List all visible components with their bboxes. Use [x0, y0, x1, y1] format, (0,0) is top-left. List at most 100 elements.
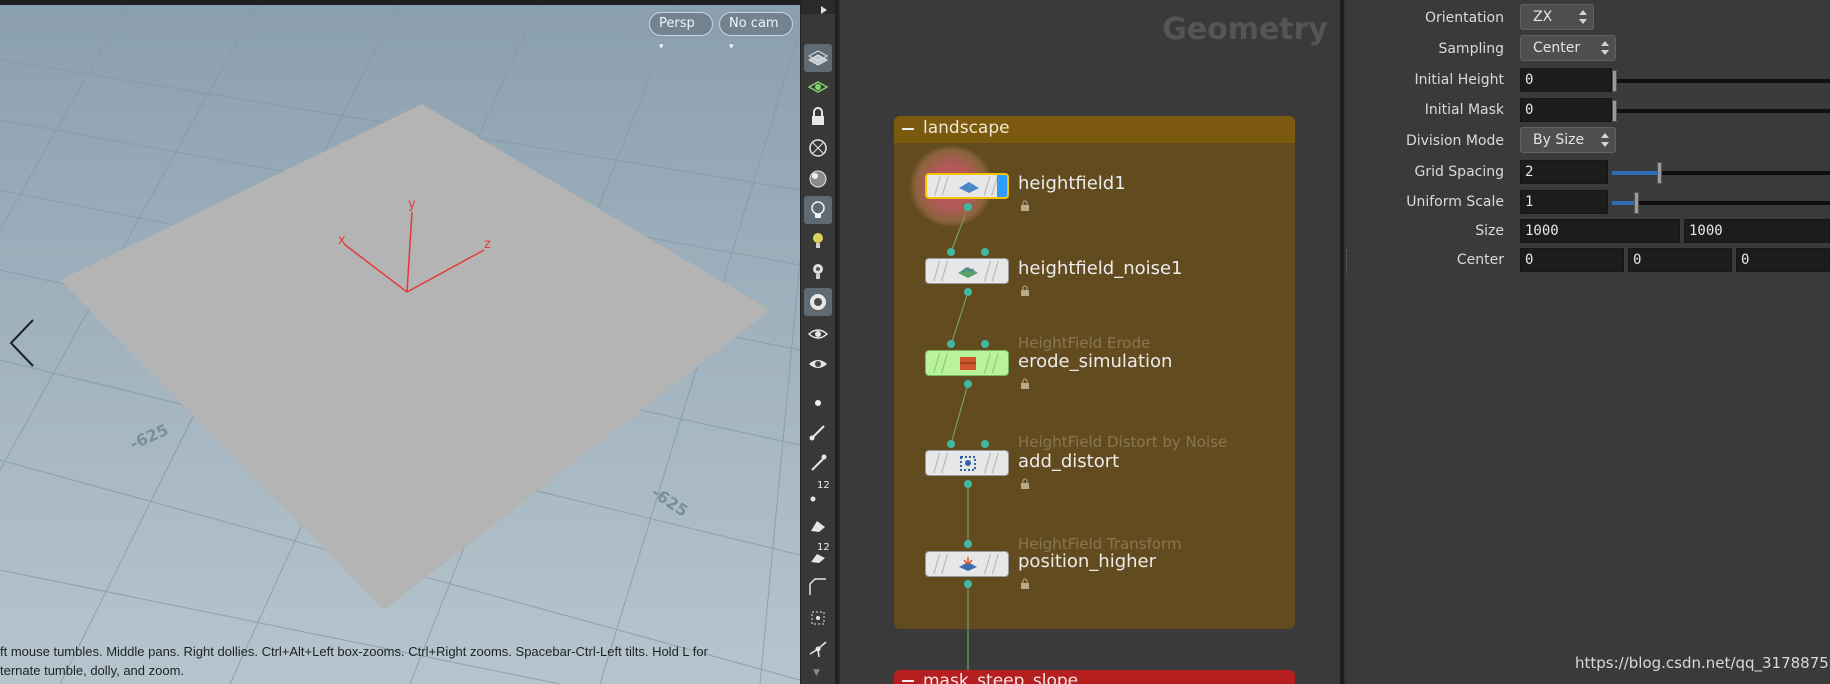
initial-height-field[interactable]: 0 [1520, 68, 1612, 92]
pane-resize-handle[interactable] [1346, 250, 1349, 274]
display-flag[interactable] [997, 175, 1007, 197]
grid-icon[interactable] [804, 604, 832, 632]
initial-height-slider-handle[interactable] [1612, 70, 1617, 92]
bevel-icon[interactable] [804, 573, 832, 601]
viewport-hint-line: ft mouse tumbles. Middle pans. Right dol… [0, 644, 708, 659]
initial-mask-slider-handle[interactable] [1612, 100, 1617, 122]
viewport-top-bar [0, 0, 800, 5]
output-connector[interactable] [964, 480, 972, 488]
watermark-url: https://blog.csdn.net/qq_31788759 [1575, 654, 1830, 672]
center-y-field[interactable]: 0 [1628, 248, 1732, 272]
lock-icon[interactable] [1020, 478, 1030, 489]
sampling-dropdown[interactable]: Center [1520, 35, 1616, 61]
chevron-left-icon[interactable] [8, 318, 38, 368]
node-name[interactable]: erode_simulation [1018, 351, 1172, 372]
scene-viewport[interactable]: x y z -625 -625 Persp ▾ No cam ▾ ft mous… [0, 0, 800, 684]
uniform-scale-field[interactable]: 1 [1520, 190, 1608, 214]
viewport-canvas[interactable]: x y z -625 -625 [0, 0, 800, 684]
node-heightfield1[interactable] [925, 173, 1009, 199]
sampling-label: Sampling [1438, 41, 1504, 57]
point-icon[interactable] [804, 388, 832, 416]
brush-number-icon[interactable]: 12 [804, 541, 832, 569]
orientation-dropdown[interactable]: ZX [1520, 4, 1594, 30]
viewport-hint: ft mouse tumbles. Middle pans. Right dol… [0, 642, 798, 680]
output-connector[interactable] [964, 203, 972, 211]
headlight-icon[interactable] [804, 257, 832, 285]
camera-label: No cam [729, 16, 779, 31]
lock-icon[interactable] [804, 103, 832, 131]
center-x-field[interactable]: 0 [1520, 248, 1624, 272]
lock-icon[interactable] [1020, 378, 1030, 389]
transform-icon [959, 557, 977, 571]
brush-number-label: 12 [817, 542, 830, 553]
node-heightfield-noise1[interactable] [925, 258, 1009, 284]
output-connector[interactable] [964, 580, 972, 588]
output-connector[interactable] [964, 380, 972, 388]
light-icon[interactable] [804, 196, 832, 224]
camera-icon[interactable] [804, 288, 832, 316]
grid-spacing-field[interactable]: 2 [1520, 160, 1608, 184]
input-connector[interactable] [947, 248, 955, 256]
orientation-label: Orientation [1424, 10, 1504, 26]
input-connector[interactable] [947, 340, 955, 348]
initial-height-label: Initial Height [1414, 72, 1504, 88]
grid-spacing-slider-handle[interactable] [1657, 162, 1662, 184]
select-display-icon[interactable] [804, 44, 832, 72]
toolbar-header [801, 0, 836, 14]
perspective-menu[interactable]: Persp ▾ [649, 12, 713, 52]
camera-menu[interactable]: No cam ▾ [719, 12, 793, 52]
network-box-mask-steep-slope[interactable]: mask_steep_slope [894, 670, 1295, 684]
visibility-icon[interactable] [804, 350, 832, 378]
select-mode-icon[interactable] [804, 72, 832, 100]
pick-icon[interactable] [804, 449, 832, 477]
node-position-higher[interactable] [925, 551, 1009, 577]
brush-icon[interactable] [804, 510, 832, 538]
shading-icon[interactable] [804, 165, 832, 193]
output-connector[interactable] [964, 288, 972, 296]
center-label: Center [1456, 252, 1504, 268]
input-connector[interactable] [964, 540, 972, 548]
size-y-field[interactable]: 1000 [1684, 219, 1830, 243]
grid-spacing-slider-fill [1612, 171, 1658, 175]
point-number-icon[interactable]: 12 [804, 479, 832, 507]
initial-mask-field[interactable]: 0 [1520, 98, 1612, 122]
ghost-icon[interactable] [804, 134, 832, 162]
size-x-field[interactable]: 1000 [1520, 219, 1680, 243]
perspective-label: Persp [659, 16, 695, 31]
grid-spacing-label: Grid Spacing [1414, 164, 1504, 180]
input-connector[interactable] [981, 340, 989, 348]
center-z-field[interactable]: 0 [1736, 248, 1830, 272]
node-name[interactable]: position_higher [1018, 551, 1156, 572]
lightbulb-icon[interactable] [804, 226, 832, 254]
input-connector[interactable] [947, 440, 955, 448]
expand-arrow-icon[interactable] [821, 6, 827, 14]
uniform-scale-slider-handle[interactable] [1634, 192, 1639, 214]
lock-icon[interactable] [1020, 578, 1030, 589]
node-erode-simulation[interactable] [925, 350, 1009, 376]
node-name[interactable]: heightfield1 [1018, 173, 1126, 194]
division-mode-label: Division Mode [1405, 133, 1504, 149]
eye-icon[interactable] [804, 320, 832, 348]
lock-icon[interactable] [1020, 285, 1030, 296]
network-editor[interactable]: Geometry landscape heightfield1 heightfi… [838, 0, 1340, 684]
grid-label: -625 [648, 483, 692, 521]
initial-height-slider[interactable] [1614, 79, 1830, 83]
sampling-value: Center [1533, 40, 1581, 56]
input-connector[interactable] [981, 248, 989, 256]
size-label: Size [1475, 223, 1504, 239]
heightfield-plane[interactable] [60, 104, 770, 610]
heightfield-noise-icon [958, 267, 978, 278]
node-name[interactable]: heightfield_noise1 [1018, 258, 1183, 279]
uniform-scale-slider-fill [1612, 201, 1635, 205]
input-connector[interactable] [981, 440, 989, 448]
division-mode-dropdown[interactable]: By Size [1520, 127, 1616, 153]
toolbar-scroll-down-icon[interactable]: ▼ [813, 668, 820, 678]
normal-icon[interactable] [804, 418, 832, 446]
snap-icon[interactable] [804, 635, 832, 663]
collapse-icon[interactable] [902, 680, 914, 682]
node-add-distort[interactable] [925, 450, 1009, 476]
uniform-scale-slider[interactable] [1612, 201, 1830, 205]
initial-mask-slider[interactable] [1614, 109, 1830, 113]
node-name[interactable]: add_distort [1018, 451, 1119, 472]
lock-icon[interactable] [1020, 200, 1030, 211]
